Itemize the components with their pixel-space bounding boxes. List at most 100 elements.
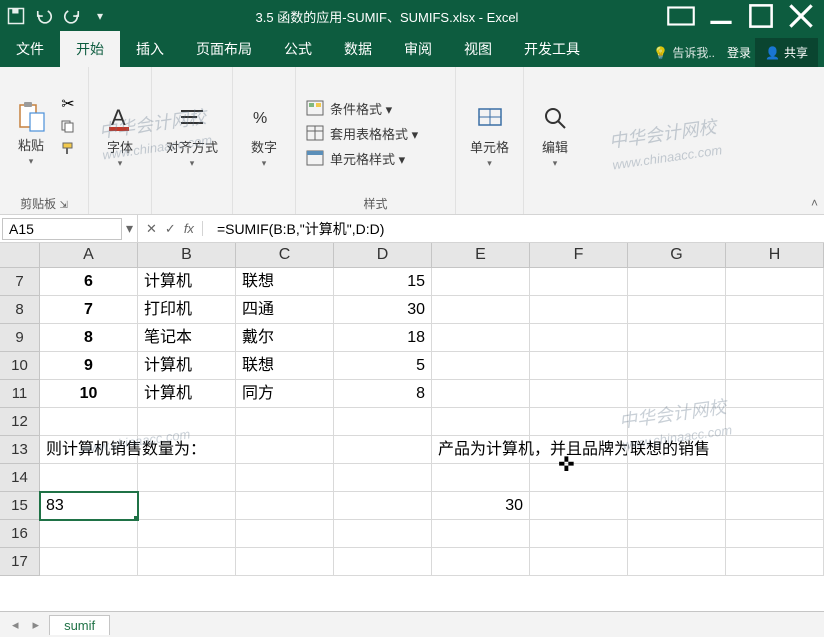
cell[interactable]: 计算机 [138,352,236,380]
cell[interactable]: 6 [40,268,138,296]
col-header-G[interactable]: G [628,243,726,267]
cell[interactable] [726,548,824,576]
cell[interactable]: 产品为计算机，并且品牌为联想的销售 [432,436,530,464]
cell[interactable] [40,520,138,548]
save-icon[interactable] [6,6,26,26]
cell[interactable] [726,268,824,296]
tell-me[interactable]: 💡 告诉我.. [645,44,723,61]
tab-home[interactable]: 开始 [60,31,120,67]
cell[interactable]: 则计算机销售数量为： [40,436,138,464]
cell[interactable] [236,436,334,464]
cell[interactable]: 计算机 [138,268,236,296]
cell[interactable] [432,520,530,548]
qat-more-icon[interactable]: ▾ [90,6,110,26]
enter-formula-icon[interactable]: ✓ [165,221,176,237]
cell[interactable]: 8 [334,380,432,408]
cell[interactable] [432,324,530,352]
cell[interactable] [530,436,628,464]
row-header[interactable]: 15 [0,492,40,520]
formula-input[interactable]: =SUMIF(B:B,"计算机",D:D) [211,217,824,241]
cells-button[interactable]: 单元格 ▾ [466,97,513,173]
cell[interactable] [40,408,138,436]
cell[interactable] [334,464,432,492]
alignment-button[interactable]: 对齐方式 ▾ [162,97,222,173]
name-box[interactable]: A15 [2,218,122,240]
cell[interactable] [628,548,726,576]
cell[interactable]: 30 [432,492,530,520]
next-sheet-icon[interactable]: ▸ [29,617,44,633]
cell[interactable]: 计算机 [138,380,236,408]
cell[interactable]: 7 [40,296,138,324]
close-icon[interactable] [784,4,818,28]
format-painter-icon[interactable] [58,139,78,157]
cell[interactable]: 戴尔 [236,324,334,352]
grid-body[interactable]: 76计算机联想1587打印机四通3098笔记本戴尔18109计算机联想51110… [0,268,824,576]
cell-styles-button[interactable]: 单元格样式 ▾ [306,149,418,168]
cell[interactable] [530,268,628,296]
cell[interactable] [40,464,138,492]
cell[interactable] [138,436,236,464]
col-header-E[interactable]: E [432,243,530,267]
collapse-ribbon-icon[interactable]: ˄ [811,196,818,210]
redo-icon[interactable] [62,6,82,26]
cell[interactable] [726,520,824,548]
row-header[interactable]: 14 [0,464,40,492]
tab-insert[interactable]: 插入 [120,31,180,67]
cell[interactable] [530,380,628,408]
sheet-tab-sumif[interactable]: sumif [49,615,110,635]
cell[interactable]: 18 [334,324,432,352]
cell[interactable] [628,380,726,408]
font-button[interactable]: A 字体 ▾ [99,97,141,173]
cell[interactable] [530,324,628,352]
cell[interactable] [726,464,824,492]
cell[interactable]: 9 [40,352,138,380]
cell[interactable] [432,380,530,408]
format-as-table-button[interactable]: 套用表格格式 ▾ [306,124,418,143]
cell[interactable] [628,436,726,464]
cell[interactable] [432,408,530,436]
fx-icon[interactable]: fx [184,221,203,236]
col-header-A[interactable]: A [40,243,138,267]
cell[interactable] [334,408,432,436]
cell[interactable] [628,352,726,380]
cell[interactable]: 笔记本 [138,324,236,352]
cell[interactable] [530,464,628,492]
tab-developer[interactable]: 开发工具 [508,31,596,67]
cell[interactable]: 同方 [236,380,334,408]
cell[interactable] [628,492,726,520]
col-header-H[interactable]: H [726,243,824,267]
cell[interactable] [530,296,628,324]
cell[interactable] [432,548,530,576]
cut-icon[interactable]: ✂ [58,95,78,113]
cell[interactable] [138,548,236,576]
cell[interactable]: 83 [40,492,138,520]
row-header[interactable]: 8 [0,296,40,324]
cell[interactable] [138,408,236,436]
cell[interactable] [236,408,334,436]
cell[interactable] [334,548,432,576]
cell[interactable]: 联想 [236,352,334,380]
cell[interactable] [40,548,138,576]
tab-formulas[interactable]: 公式 [268,31,328,67]
cell[interactable]: 四通 [236,296,334,324]
cell[interactable] [236,492,334,520]
cell[interactable]: 15 [334,268,432,296]
tab-file[interactable]: 文件 [0,31,60,67]
cell[interactable] [628,268,726,296]
cell[interactable] [726,380,824,408]
cancel-formula-icon[interactable]: ✕ [146,221,157,237]
row-header[interactable]: 17 [0,548,40,576]
cell[interactable] [432,296,530,324]
cell[interactable] [628,520,726,548]
cell[interactable] [236,464,334,492]
copy-icon[interactable] [58,117,78,135]
cell[interactable] [530,352,628,380]
col-header-C[interactable]: C [236,243,334,267]
maximize-icon[interactable] [744,4,778,28]
name-box-dropdown[interactable]: ▾ [122,215,138,242]
cell[interactable]: 8 [40,324,138,352]
row-header[interactable]: 12 [0,408,40,436]
cell[interactable] [236,548,334,576]
cell[interactable]: 5 [334,352,432,380]
cell[interactable] [628,464,726,492]
